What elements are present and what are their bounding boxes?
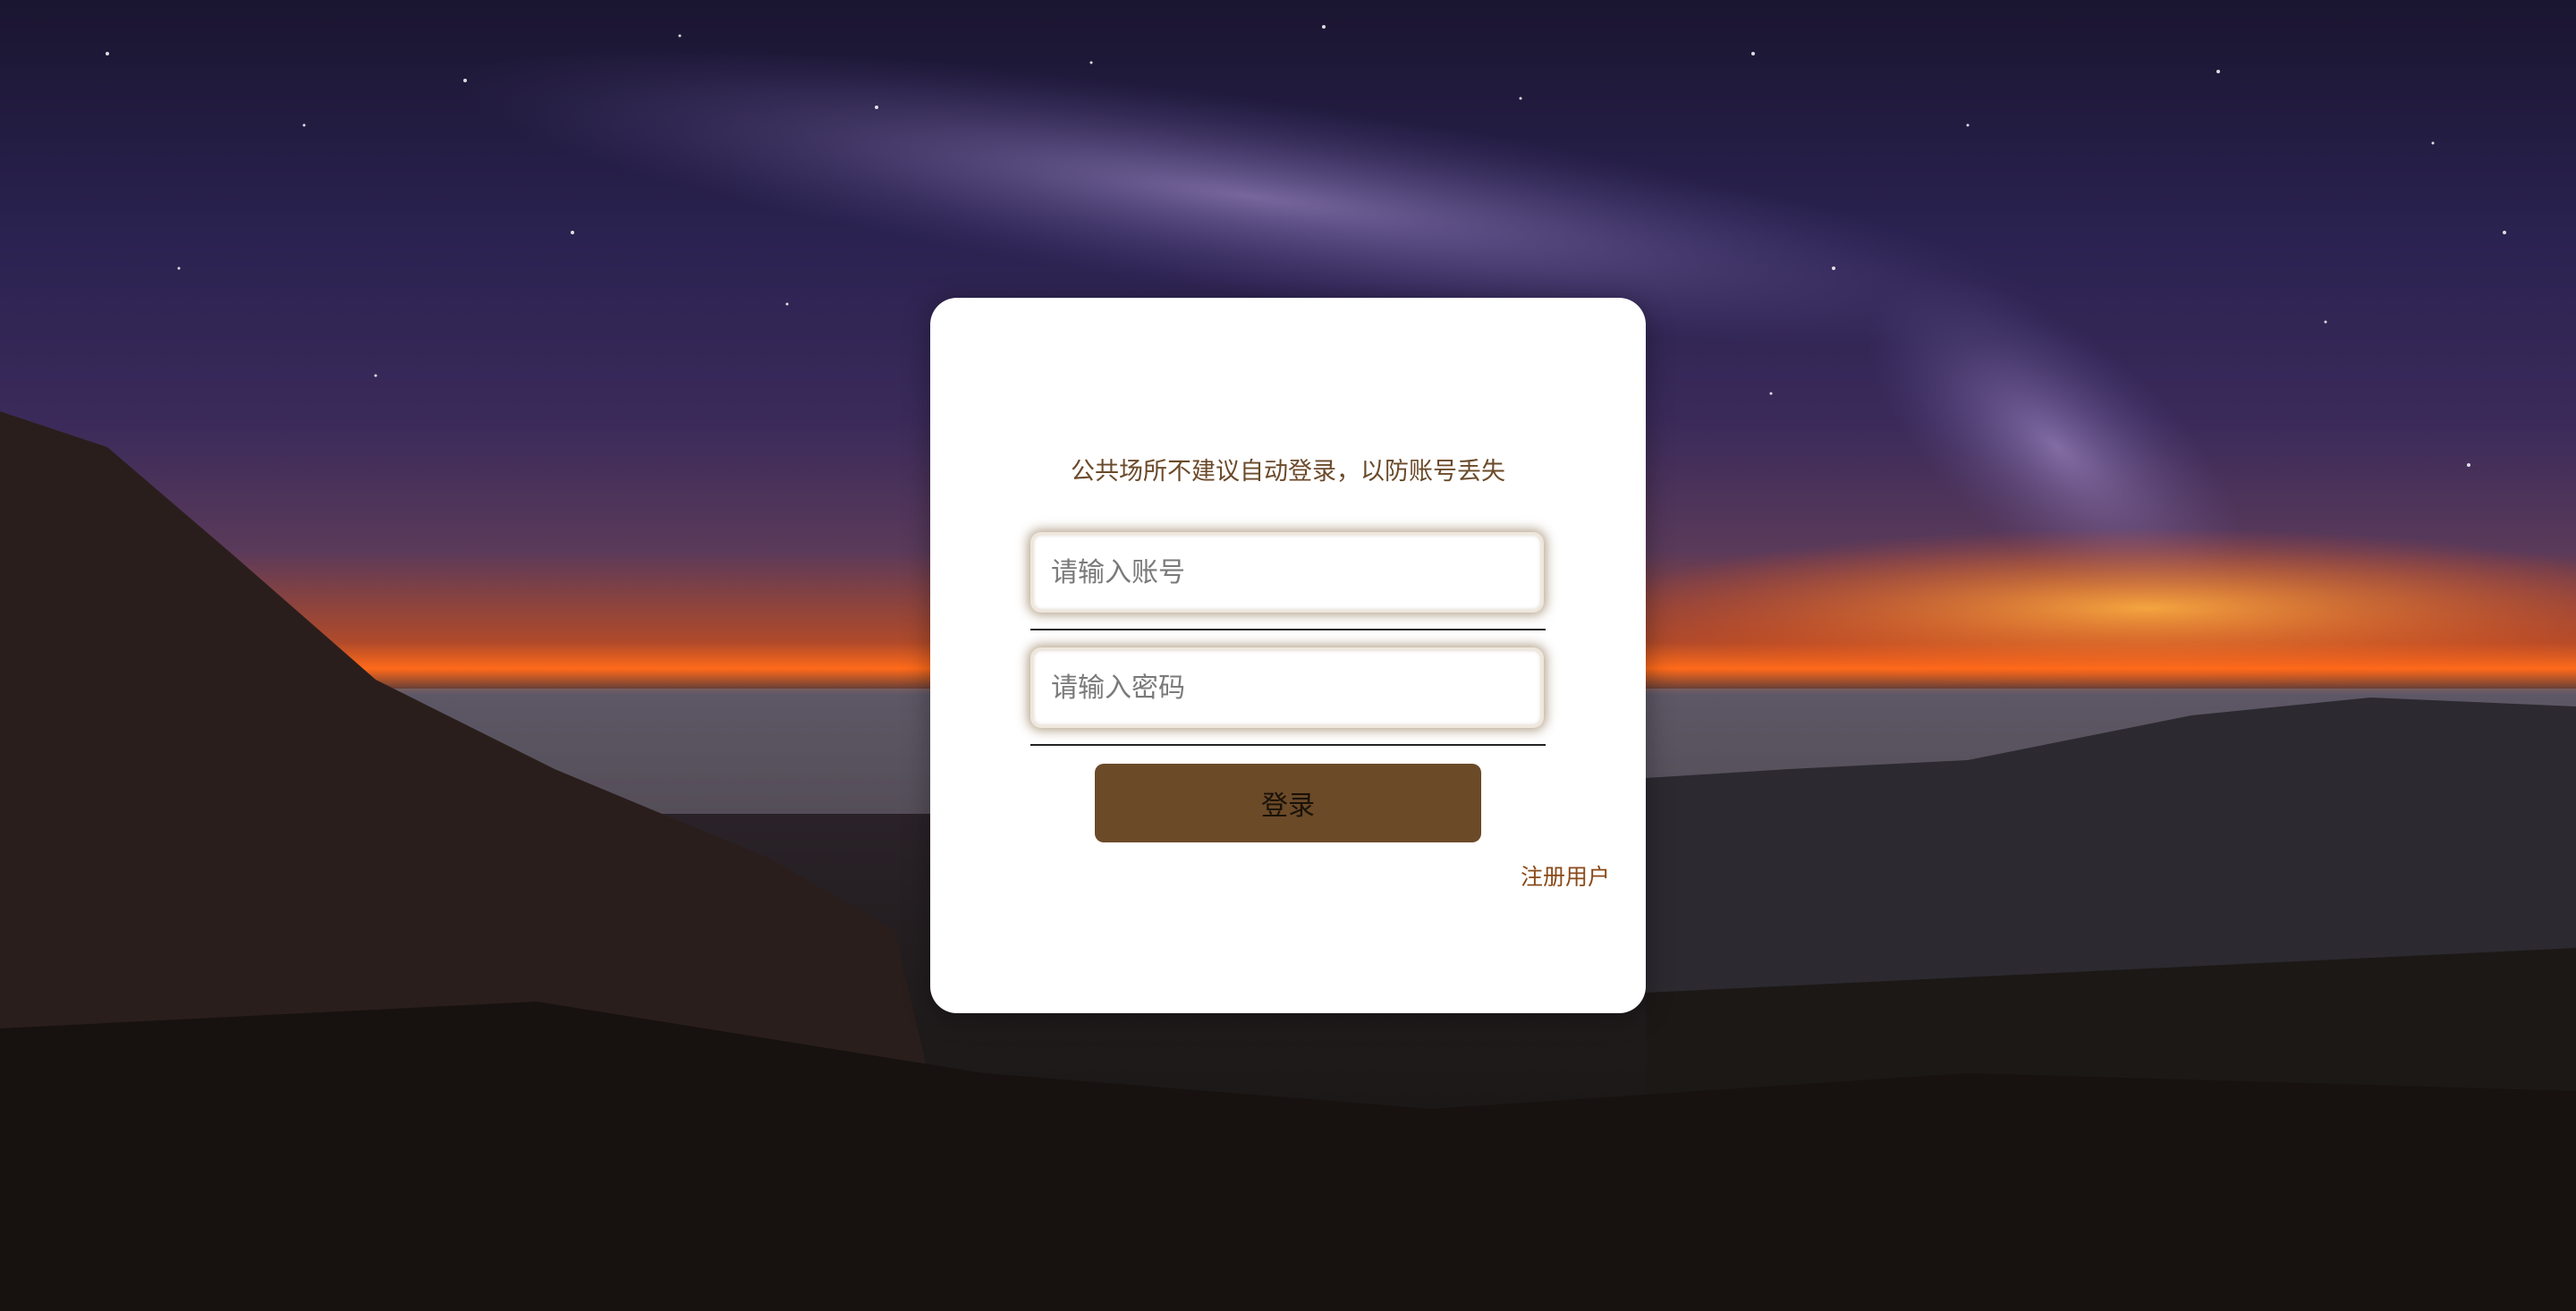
security-notice: 公共场所不建议自动登录，以防账号丢失	[1071, 458, 1505, 486]
account-underline	[1030, 629, 1546, 630]
password-input[interactable]	[1030, 647, 1544, 728]
login-button[interactable]: 登录	[1095, 764, 1481, 842]
account-input[interactable]	[1030, 532, 1544, 613]
password-underline	[1030, 744, 1546, 746]
password-field-group	[1030, 647, 1546, 746]
account-field-group	[1030, 532, 1546, 630]
register-link[interactable]: 注册用户	[1521, 859, 1610, 892]
login-card: 公共场所不建议自动登录，以防账号丢失 登录 注册用户	[930, 298, 1646, 1013]
